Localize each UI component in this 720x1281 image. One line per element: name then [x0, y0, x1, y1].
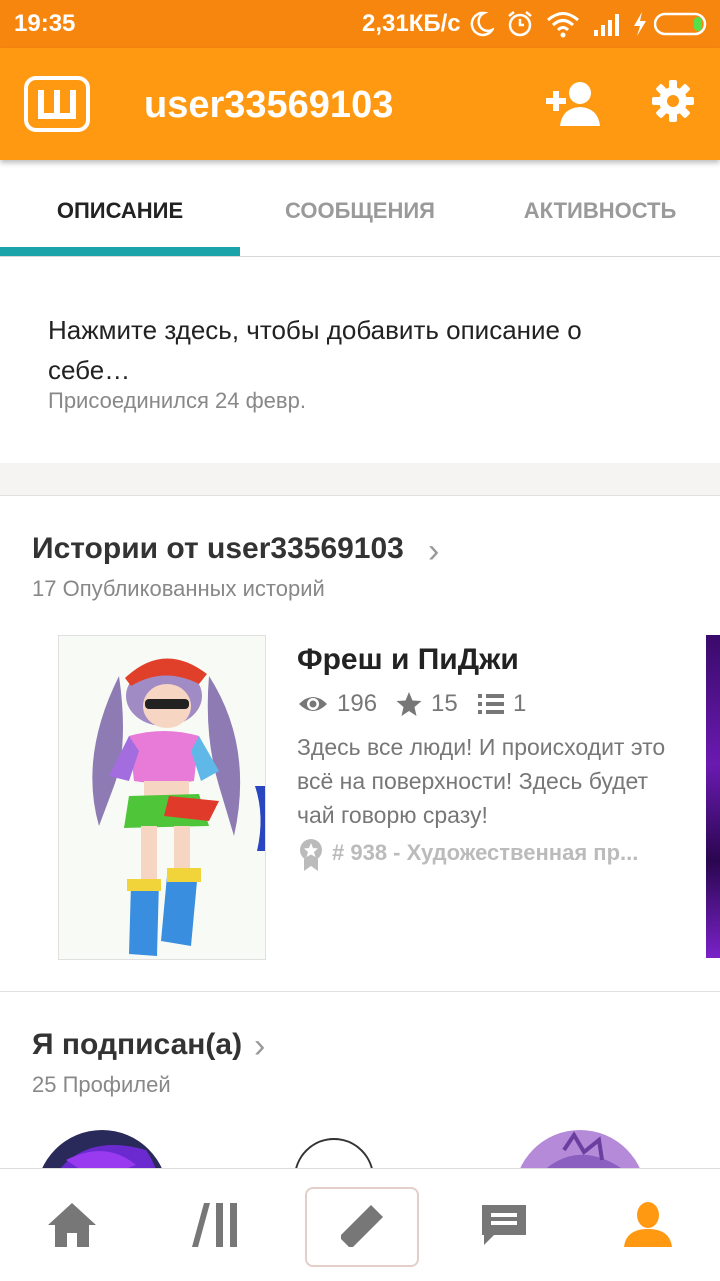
battery-icon [654, 12, 707, 36]
story-cover-image [59, 636, 265, 959]
story-votes-count: 15 [431, 690, 458, 717]
votes-star-icon [396, 692, 422, 716]
stories-count: 17 Опубликованных историй [32, 576, 325, 601]
wifi-icon [547, 12, 579, 38]
tab-messages[interactable]: СООБЩЕНИЯ [240, 198, 480, 224]
wattpad-logo[interactable] [24, 76, 90, 132]
signal-icon [594, 14, 619, 36]
follow-user-icon[interactable] [544, 78, 602, 128]
nav-profile[interactable] [576, 1169, 720, 1281]
nav-library[interactable] [144, 1169, 288, 1281]
write-pencil-icon [341, 1205, 383, 1247]
nav-home[interactable] [0, 1169, 144, 1281]
tab-activity[interactable]: АКТИВНОСТЬ [480, 198, 720, 224]
story-title[interactable]: Фреш и ПиДжи [297, 643, 519, 677]
moon-icon [470, 11, 494, 37]
following-section-title[interactable]: Я подписан(а) [32, 1028, 242, 1062]
story-cover[interactable] [58, 635, 266, 960]
home-icon [48, 1203, 96, 1247]
bottom-navigation [0, 1168, 720, 1281]
views-eye-icon [299, 697, 327, 711]
profile-description-placeholder[interactable]: Нажмите здесь, чтобы добавить описание о… [48, 310, 668, 390]
status-time: 19:35 [14, 10, 76, 37]
next-story-cover[interactable] [706, 635, 720, 958]
story-views-count: 196 [337, 690, 378, 717]
profile-icon [624, 1202, 672, 1247]
settings-gear-icon[interactable] [650, 78, 696, 124]
nav-write[interactable] [305, 1187, 419, 1267]
section-divider [0, 991, 720, 992]
app-bar: user33569103 [0, 48, 720, 160]
status-bar: 19:35 2,31КБ/с [0, 0, 720, 48]
profile-username: user33569103 [144, 84, 394, 126]
story-rank: # 938 - Художественная пр... [332, 840, 639, 865]
story-description: Здесь все люди! И происходит это всё на … [297, 734, 666, 828]
stories-chevron-right-icon[interactable]: › [428, 532, 439, 571]
library-icon [192, 1203, 237, 1247]
active-tab-indicator [0, 247, 240, 256]
story-parts-count: 1 [513, 690, 527, 717]
alarm-icon [508, 11, 532, 37]
nav-messages[interactable] [432, 1169, 576, 1281]
network-speed: 2,31КБ/с [362, 10, 461, 37]
section-gap [0, 463, 720, 496]
stories-section-title[interactable]: Истории от user33569103 [32, 532, 404, 566]
following-count: 25 Профилей [32, 1072, 171, 1097]
messages-icon [482, 1205, 526, 1245]
logo-icon [38, 90, 76, 119]
following-chevron-right-icon[interactable]: › [254, 1027, 265, 1066]
rank-badge-icon [300, 839, 322, 871]
joined-date: Присоединился 24 февр. [48, 388, 306, 413]
parts-list-icon [478, 694, 504, 714]
charging-icon [634, 12, 646, 36]
tab-description[interactable]: ОПИСАНИЕ [0, 198, 240, 224]
profile-tabs: ОПИСАНИЕ СООБЩЕНИЯ АКТИВНОСТЬ [0, 160, 720, 257]
